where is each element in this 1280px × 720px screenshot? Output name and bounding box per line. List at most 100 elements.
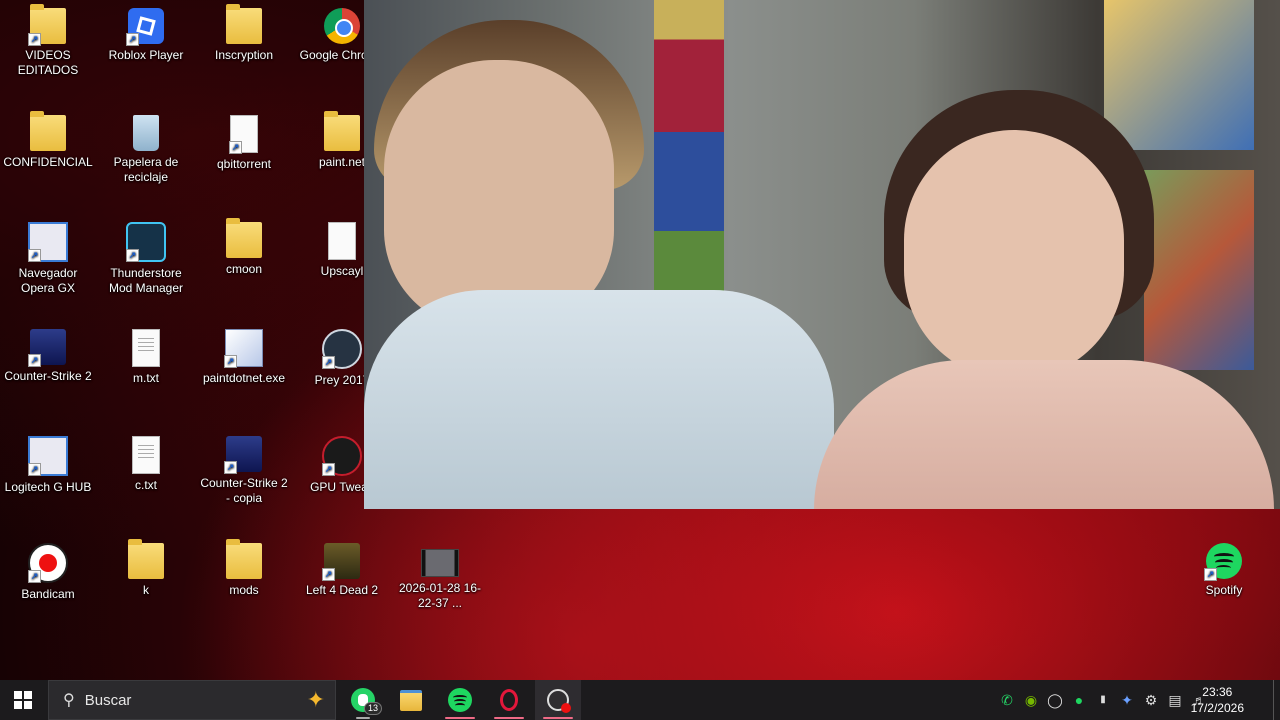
obs-icon (547, 689, 571, 713)
folder-icon (226, 218, 262, 258)
desktop-icon-label: Counter-Strike 2 (4, 369, 92, 383)
webcam-preview (364, 0, 1280, 509)
desktop-icon-label: m.txt (133, 371, 159, 385)
desktop-icon-label: Thunderstore Mod Manager (108, 266, 184, 295)
start-button[interactable] (0, 680, 46, 720)
tray-steam-icon[interactable]: ⚙ (1142, 691, 1160, 709)
desktop-icon-label: Bandicam (21, 587, 75, 601)
bandicam-icon: ↗ (28, 543, 68, 583)
file-icon (328, 222, 356, 260)
text-file-icon (132, 329, 160, 367)
taskbar-obs[interactable] (535, 680, 581, 720)
desktop-icon-label: mods (229, 583, 259, 597)
windows-icon (14, 691, 32, 709)
copilot-sparkle-icon[interactable]: ✦ (307, 687, 325, 713)
clock[interactable]: 23:36 17/2/2026 (1191, 684, 1244, 716)
desktop-icon-counter-strike-2[interactable]: ↗ Counter-Strike 2 (0, 321, 96, 384)
folder-icon (128, 539, 164, 579)
folder-icon (30, 111, 66, 151)
taskbar-spotify[interactable] (437, 680, 483, 720)
desktop-icon-label: qbittorrent (216, 157, 272, 171)
wall-poster (1144, 170, 1254, 370)
opera-gx-icon: ↗ (28, 222, 68, 262)
opera-gx-icon (500, 689, 518, 711)
taskbar-file-explorer[interactable] (388, 680, 434, 720)
desktop-icon-label: k (143, 583, 149, 597)
thunderstore-icon: ↗ (126, 222, 166, 262)
person-left-shirt (364, 290, 834, 509)
wall-poster (654, 0, 724, 330)
chrome-icon (324, 8, 360, 44)
tray-obs-icon[interactable]: ◯ (1046, 691, 1064, 709)
desktop-icon-bandicam[interactable]: ↗ Bandicam (0, 535, 96, 602)
counter-strike-icon: ↗ (28, 329, 66, 367)
tray-wifi-signal-icon[interactable]: ▮ (1094, 691, 1112, 709)
desktop-icon-label: VIDEOS EDITADOS (17, 48, 79, 77)
search-icon: ⚲ (63, 692, 75, 709)
desktop-icon-recycle-bin[interactable]: Papelera de reciclaje (98, 107, 194, 185)
desktop-icon-paintdotnet-exe[interactable]: ↗ paintdotnet.exe (196, 321, 292, 386)
video-file-icon (421, 549, 459, 577)
desktop-icon-inscryption[interactable]: Inscryption (196, 0, 292, 63)
desktop-icon-video-recording[interactable]: 2026-01-28 16-22-37 ... (392, 535, 488, 611)
folder-icon (324, 111, 360, 151)
person-right (904, 130, 1124, 380)
desktop-icon-label: CONFIDENCIAL (3, 155, 93, 169)
tray-whatsapp-icon[interactable]: ✆ (998, 691, 1016, 709)
running-indicator (445, 717, 475, 719)
desktop-icon-spotify[interactable]: ↗ Spotify (1176, 535, 1272, 598)
desktop-icon-label: Papelera de reciclaje (113, 155, 179, 184)
desktop-icon-videos-editados[interactable]: ↗ VIDEOS EDITADOS (0, 0, 96, 78)
search-bar[interactable]: ⚲ Buscar ✦ (48, 680, 336, 720)
file-icon: ↗ (229, 115, 258, 154)
folder-icon (226, 539, 262, 579)
tray-nvidia-icon[interactable]: ◉ (1022, 691, 1040, 709)
desktop-icon-m-txt[interactable]: m.txt (98, 321, 194, 386)
desktop-icon-roblox[interactable]: ↗ Roblox Player (98, 0, 194, 63)
clock-date: 17/2/2026 (1190, 701, 1244, 715)
running-indicator (543, 717, 573, 719)
desktop-icon-thunderstore[interactable]: ↗ Thunderstore Mod Manager (98, 214, 194, 296)
wall-poster (1104, 0, 1254, 150)
tray-app-icon[interactable]: ✦ (1118, 691, 1136, 709)
desktop-icon-label: Inscryption (214, 48, 274, 62)
desktop-icon-label: Logitech G HUB (4, 480, 92, 494)
person-right-shirt (814, 360, 1274, 509)
network-icon[interactable]: ▤ (1166, 691, 1184, 709)
desktop-icon-label: Spotify (1205, 583, 1243, 597)
desktop-icon-mods[interactable]: mods (196, 535, 292, 598)
desktop-icon-cmoon[interactable]: cmoon (196, 214, 292, 277)
gpu-tweak-icon: ↗ (322, 436, 362, 476)
desktop-icon-logitech[interactable]: ↗ Logitech G HUB (0, 428, 96, 495)
taskbar-whatsapp[interactable]: 13 (340, 680, 386, 720)
desktop-icon-counter-strike-2-copia[interactable]: ↗ Counter-Strike 2 - copia (196, 428, 292, 506)
left4dead-icon: ↗ (322, 543, 360, 581)
spotify-icon: ↗ (1204, 543, 1242, 581)
taskbar: ⚲ Buscar ✦ 13 ✆ ◉ ◯ ● ▮ ✦ ⚙ ▤ ♬ 23:36 17… (0, 680, 1280, 720)
desktop-icon-label: Roblox Player (108, 48, 184, 62)
desktop-icon-label: Navegador Opera GX (18, 266, 78, 295)
file-explorer-icon (400, 689, 422, 711)
folder-icon (226, 4, 262, 44)
tray-spotify-icon[interactable]: ● (1070, 691, 1088, 709)
desktop-icon-c-txt[interactable]: c.txt (98, 428, 194, 493)
desktop-icon-k[interactable]: k (98, 535, 194, 598)
clock-time: 23:36 (1202, 685, 1233, 699)
desktop-icon-left-4-dead-2[interactable]: ↗ Left 4 Dead 2 (294, 535, 390, 598)
desktop-icon-opera-gx[interactable]: ↗ Navegador Opera GX (0, 214, 96, 296)
desktop-icon-label: Left 4 Dead 2 (305, 583, 379, 597)
search-placeholder: Buscar (84, 691, 132, 709)
running-indicator (356, 717, 370, 719)
show-desktop-button[interactable] (1273, 680, 1280, 720)
desktop-icon-confidencial[interactable]: CONFIDENCIAL (0, 107, 96, 170)
roblox-icon: ↗ (126, 8, 164, 46)
recycle-bin-icon (133, 115, 159, 151)
notification-badge: 13 (363, 702, 382, 715)
desktop-icon-qbittorrent[interactable]: ↗ qbittorrent (196, 107, 292, 172)
desktop-icon-label: cmoon (225, 262, 263, 276)
paintdotnet-icon: ↗ (224, 329, 263, 368)
desktop-icon-label: paintdotnet.exe (202, 371, 286, 385)
taskbar-opera-gx[interactable] (486, 680, 532, 720)
prey-icon: ↗ (322, 329, 362, 369)
running-indicator (494, 717, 524, 719)
